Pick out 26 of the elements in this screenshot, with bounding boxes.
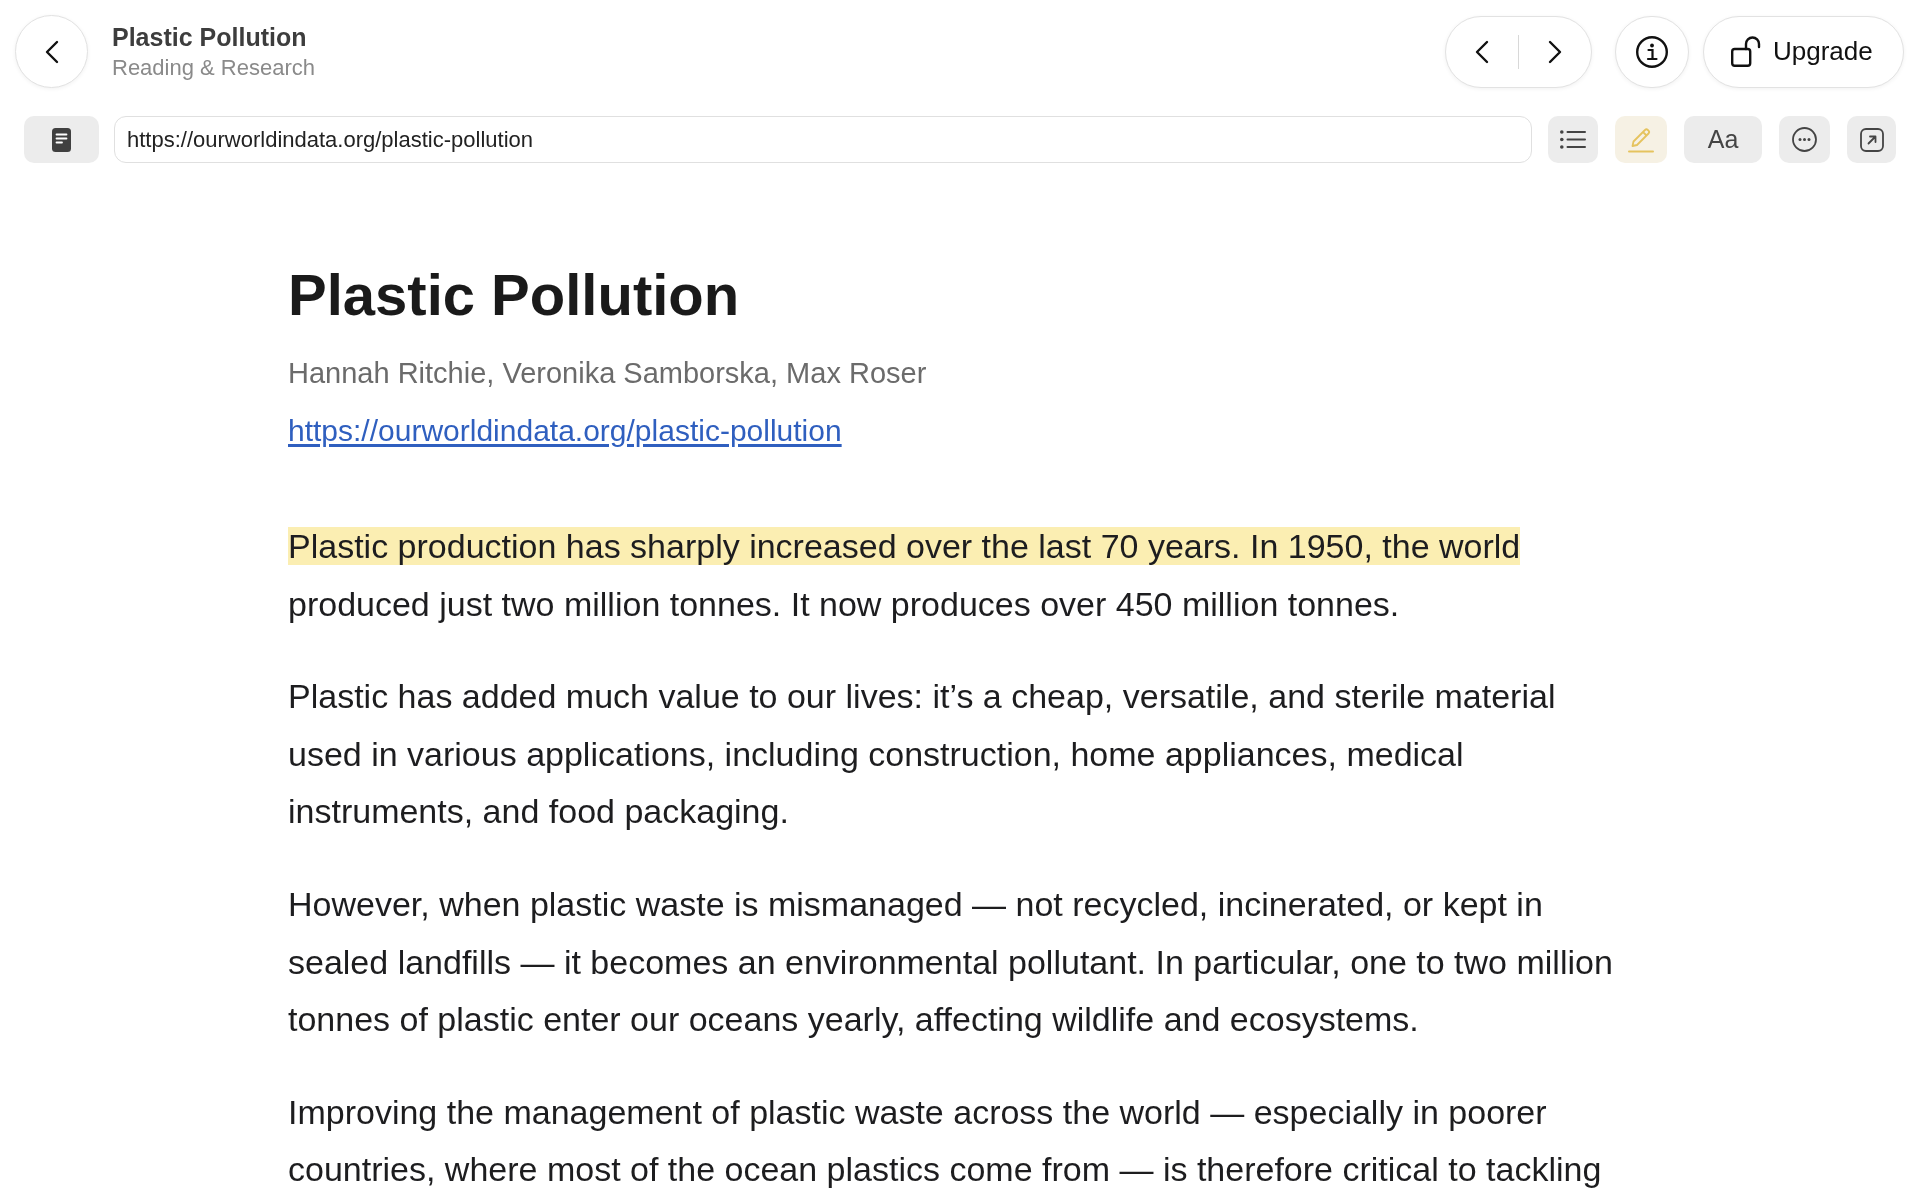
article-paragraph: Improving the management of plastic waste across the world — especially in poorer countries, where most of the ocean plastics come from — is therefore critical to tackling [288, 1091, 1603, 1191]
reader-view-button[interactable] [24, 116, 99, 163]
document-icon [52, 127, 71, 152]
article-paragraph: Plastic production has sharply increased over the last 70 years. In 1950, the world produced just two million tonnes. It now produces over 450 million tonnes. [288, 526, 1522, 625]
more-icon [1792, 127, 1817, 152]
pencil-icon [1628, 126, 1654, 153]
document-title: Plastic Pollution [112, 21, 308, 52]
article-title: Plastic Pollution [288, 261, 740, 329]
arrow-square-icon [1859, 127, 1884, 152]
source-link[interactable]: https://ourworldindata.org/plastic-pollution [288, 410, 842, 452]
upgrade-button[interactable]: Upgrade [1703, 15, 1904, 88]
more-button[interactable] [1779, 116, 1830, 163]
chevron-left-icon [1475, 39, 1489, 64]
article-paragraph: However, when plastic waste is mismanaged — not recycled, incinerated, or kept in sealed landfills — it becomes an environmental pollutant. In particular, one to two million tonnes of plastic enter our oceans yearly, affecting wildlife and ecosystems. [288, 883, 1614, 1041]
info-icon [1636, 35, 1668, 68]
document-subtitle: Reading & Research [112, 53, 315, 82]
article-paragraph: Plastic has added much value to our lives: it’s a cheap, versatile, and sterile material used in various applications, including construction, home appliances, medical instruments, and food packaging. [288, 676, 1557, 833]
list-icon [1560, 130, 1586, 149]
open-button[interactable] [1847, 116, 1896, 163]
unlocked-padlock-icon [1731, 36, 1762, 67]
url-field[interactable]: https://ourworldindata.org/plastic-pollution [114, 116, 1532, 163]
contents-button[interactable] [1548, 116, 1598, 163]
chevron-right-icon [1548, 39, 1562, 64]
font-button[interactable]: Aa [1684, 116, 1762, 163]
article-authors: Hannah Ritchie, Veronika Samborska, Max Roser [288, 356, 927, 391]
chevron-left-icon [44, 39, 59, 64]
